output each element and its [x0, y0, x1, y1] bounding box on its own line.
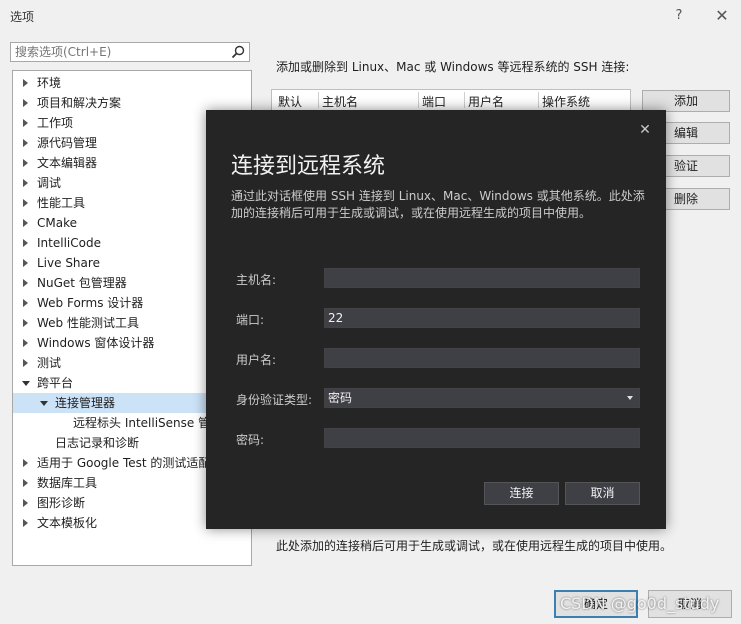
column-separator[interactable] [318, 92, 319, 108]
tree-item-label: 适用于 Google Test 的测试适配 [37, 456, 211, 470]
host-field[interactable] [324, 268, 640, 288]
column-header-hostname[interactable]: 主机名 [322, 93, 358, 110]
dialog-title: 连接到远程系统 [231, 154, 386, 179]
tree-item-label: 环境 [37, 76, 62, 90]
dialog-cancel-button[interactable]: 取消 [565, 482, 640, 505]
search-icon[interactable] [231, 45, 245, 59]
tree-item-label: Web Forms 设计器 [37, 296, 144, 310]
auth-type-value: 密码 [328, 391, 353, 405]
collapsed-arrow-icon[interactable] [23, 499, 28, 507]
help-button[interactable]: ? [672, 8, 686, 23]
column-header-username[interactable]: 用户名 [468, 93, 504, 110]
add-connection-button[interactable]: 添加 [642, 90, 730, 112]
auth-type-select[interactable]: 密码 [324, 388, 640, 408]
collapsed-arrow-icon[interactable] [23, 99, 28, 107]
tree-item-label: Web 性能测试工具 [37, 316, 139, 330]
expanded-arrow-icon[interactable] [22, 381, 30, 386]
collapsed-arrow-icon[interactable] [23, 479, 28, 487]
tree-item-label: 工作项 [37, 116, 74, 130]
tree-item[interactable]: 环境 [13, 73, 251, 93]
password-label: 密码: [236, 433, 265, 447]
window-close-button[interactable]: ✕ [714, 6, 730, 25]
column-separator[interactable] [464, 92, 465, 108]
collapsed-arrow-icon[interactable] [23, 199, 28, 207]
connect-button[interactable]: 连接 [484, 482, 559, 505]
connect-remote-dialog: ✕ 连接到远程系统 通过此对话框使用 SSH 连接到 Linux、Mac、Win… [206, 110, 666, 529]
collapsed-arrow-icon[interactable] [23, 339, 28, 347]
chevron-down-icon[interactable] [627, 396, 633, 400]
cancel-button[interactable]: 取消 [648, 590, 732, 618]
connection-manager-description: 添加或删除到 Linux、Mac 或 Windows 等远程系统的 SSH 连接… [276, 60, 630, 74]
expanded-arrow-icon[interactable] [40, 401, 48, 406]
connection-usage-note: 此处添加的连接稍后可用于生成或调试，或在使用远程生成的项目中使用。 [276, 539, 673, 553]
collapsed-arrow-icon[interactable] [23, 299, 28, 307]
username-field[interactable] [324, 348, 640, 368]
port-label: 端口: [236, 313, 265, 327]
host-label: 主机名: [236, 273, 277, 287]
password-field[interactable] [324, 428, 640, 448]
column-separator[interactable] [538, 92, 539, 108]
collapsed-arrow-icon[interactable] [23, 359, 28, 367]
ok-button[interactable]: 确定 [554, 590, 638, 618]
column-separator[interactable] [418, 92, 419, 108]
collapsed-arrow-icon[interactable] [23, 459, 28, 467]
tree-item-label: 测试 [37, 356, 62, 370]
tree-item-label: 性能工具 [37, 196, 86, 210]
collapsed-arrow-icon[interactable] [23, 139, 28, 147]
collapsed-arrow-icon[interactable] [23, 519, 28, 527]
search-input[interactable] [11, 43, 229, 61]
column-header-default[interactable]: 默认 [278, 93, 302, 110]
tree-item-label: 远程标头 IntelliSense 管 [73, 416, 211, 430]
collapsed-arrow-icon[interactable] [23, 239, 28, 247]
tree-item-label: 调试 [37, 176, 62, 190]
collapsed-arrow-icon[interactable] [23, 159, 28, 167]
tree-item-label: 文本编辑器 [37, 156, 98, 170]
search-box[interactable] [10, 42, 250, 62]
tree-item-label: 文本模板化 [37, 516, 98, 530]
tree-item-label: 日志记录和诊断 [55, 436, 140, 450]
collapsed-arrow-icon[interactable] [23, 79, 28, 87]
dialog-close-button[interactable]: ✕ [638, 122, 652, 138]
tree-item-label: 跨平台 [37, 376, 74, 390]
port-field[interactable] [324, 308, 640, 328]
tree-item-label: NuGet 包管理器 [37, 276, 127, 290]
tree-item-label: 连接管理器 [55, 396, 116, 410]
collapsed-arrow-icon[interactable] [23, 179, 28, 187]
column-header-port[interactable]: 端口 [422, 93, 446, 110]
tree-item-label: Live Share [37, 256, 100, 270]
tree-item-label: IntelliCode [37, 236, 101, 250]
tree-item-label: 项目和解决方案 [37, 96, 122, 110]
collapsed-arrow-icon[interactable] [23, 219, 28, 227]
auth-type-label: 身份验证类型: [236, 393, 313, 407]
collapsed-arrow-icon[interactable] [23, 259, 28, 267]
tree-item-label: CMake [37, 216, 77, 230]
tree-item-label: 源代码管理 [37, 136, 98, 150]
dialog-description: 通过此对话框使用 SSH 连接到 Linux、Mac、Windows 或其他系统… [231, 189, 645, 220]
column-header-os[interactable]: 操作系统 [542, 93, 590, 110]
collapsed-arrow-icon[interactable] [23, 279, 28, 287]
tree-item-label: 图形诊断 [37, 496, 86, 510]
username-label: 用户名: [236, 353, 277, 367]
tree-item-label: 数据库工具 [37, 476, 98, 490]
collapsed-arrow-icon[interactable] [23, 119, 28, 127]
window-title: 选项 [10, 10, 35, 24]
collapsed-arrow-icon[interactable] [23, 319, 28, 327]
tree-item-label: Windows 窗体设计器 [37, 336, 155, 350]
